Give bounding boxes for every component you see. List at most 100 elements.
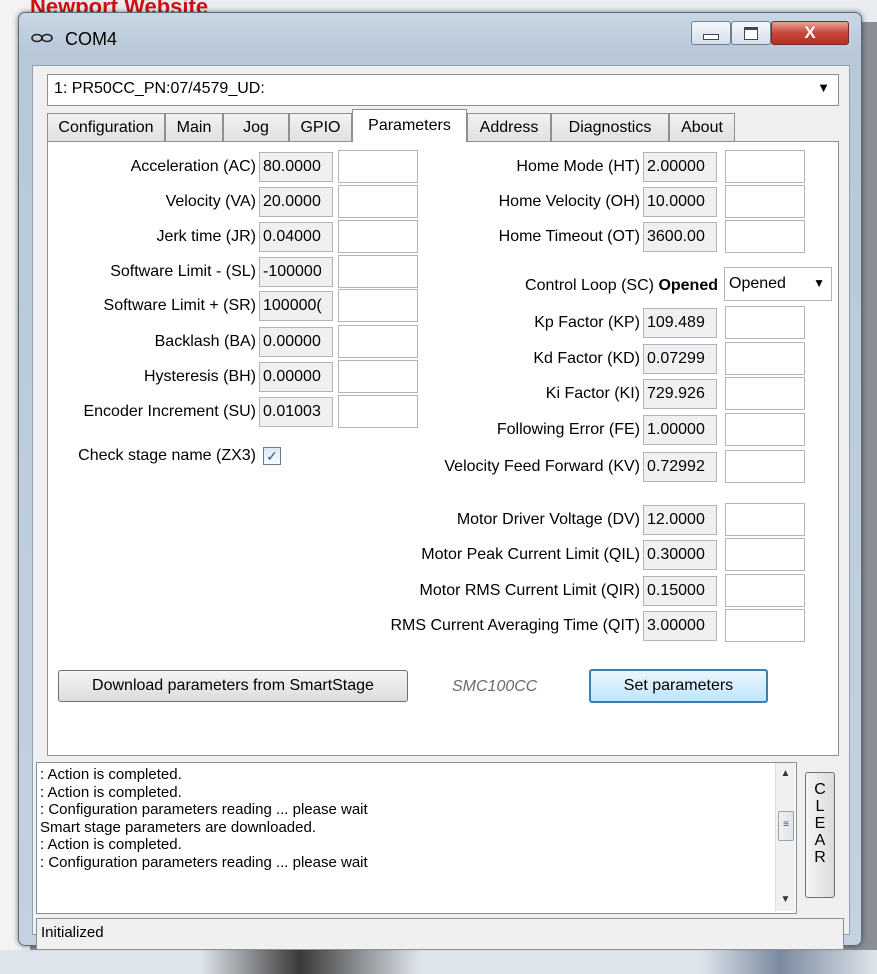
param-label: Encoder Increment (SU): [83, 403, 256, 420]
param-label: Jerk time (JR): [156, 228, 256, 245]
log-scrollbar[interactable]: ▲ ≡ ▼: [775, 763, 795, 911]
param-value: 1.00000: [643, 415, 717, 445]
param-value: 0.01003: [259, 397, 333, 427]
param-input[interactable]: [338, 289, 418, 322]
param-input[interactable]: [338, 185, 418, 218]
param-input[interactable]: [725, 377, 805, 410]
param-input[interactable]: [725, 342, 805, 375]
param-value: 0.30000: [643, 540, 717, 570]
tab-gpio[interactable]: GPIO: [289, 113, 352, 141]
param-input[interactable]: [725, 574, 805, 607]
tab-label: Main: [176, 118, 212, 136]
close-icon: X: [804, 23, 816, 42]
log-lines: : Action is completed. : Action is compl…: [40, 766, 368, 871]
tab-label: Jog: [243, 118, 269, 136]
control-loop-label: Control Loop (SC) Opened: [525, 277, 718, 295]
param-label: Motor RMS Current Limit (QIR): [419, 582, 640, 599]
device-select-value: 1: PR50CC_PN:07/4579_UD:: [54, 80, 265, 97]
param-label: Home Mode (HT): [516, 158, 640, 175]
param-input[interactable]: [725, 450, 805, 483]
param-label: Acceleration (AC): [130, 158, 256, 175]
param-input[interactable]: [725, 220, 805, 253]
maximize-icon: [744, 26, 758, 40]
param-input[interactable]: [725, 538, 805, 571]
tab-diagnostics[interactable]: Diagnostics: [551, 113, 669, 141]
log-line: : Action is completed.: [40, 783, 182, 801]
device-select[interactable]: 1: PR50CC_PN:07/4579_UD: ▼: [47, 74, 839, 106]
control-loop-text: Control Loop (SC): [525, 277, 654, 294]
dropdown-arrow-icon: ▼: [813, 276, 825, 290]
param-input[interactable]: [338, 325, 418, 358]
param-value: 0.72992: [643, 452, 717, 482]
param-input[interactable]: [725, 306, 805, 339]
check-stage-checkbox[interactable]: ✓: [263, 447, 281, 465]
scroll-down-icon[interactable]: ▼: [776, 891, 795, 909]
status-text: Initialized: [41, 924, 104, 941]
param-value: 0.00000: [259, 327, 333, 357]
param-value: 2.00000: [643, 152, 717, 182]
dropdown-arrow-icon: ▼: [817, 80, 830, 95]
tab-address[interactable]: Address: [467, 113, 551, 141]
param-label: Kp Factor (KP): [534, 314, 640, 331]
set-parameters-button[interactable]: Set parameters: [589, 669, 768, 703]
tab-label: Diagnostics: [568, 118, 652, 136]
tab-main[interactable]: Main: [165, 113, 223, 141]
message-log[interactable]: : Action is completed. : Action is compl…: [36, 762, 797, 914]
param-label: Velocity Feed Forward (KV): [444, 458, 640, 475]
param-label: Home Timeout (OT): [498, 228, 640, 245]
param-input[interactable]: [725, 413, 805, 446]
param-label: Hysteresis (BH): [143, 368, 256, 385]
param-input[interactable]: [725, 150, 805, 183]
status-bar: Initialized: [36, 918, 844, 950]
log-line: : Configuration parameters reading ... p…: [40, 801, 368, 818]
maximize-button[interactable]: [731, 21, 771, 45]
control-loop-select[interactable]: Opened ▼: [724, 267, 832, 301]
log-line: : Action is completed.: [40, 766, 182, 783]
log-line: : Action is completed.: [40, 836, 182, 853]
clear-letter: E: [814, 815, 826, 832]
minimize-button[interactable]: [691, 21, 731, 45]
param-input[interactable]: [725, 185, 805, 218]
param-input[interactable]: [338, 220, 418, 253]
param-value: 0.04000: [259, 222, 333, 252]
param-value: 109.489: [643, 308, 717, 338]
log-line: Smart stage parameters are downloaded.: [40, 818, 316, 836]
tab-configuration[interactable]: Configuration: [47, 113, 165, 141]
param-value: 100000(: [259, 291, 333, 321]
param-input[interactable]: [338, 255, 418, 288]
parameters-panel: Acceleration (AC) 80.0000 Velocity (VA) …: [47, 141, 839, 756]
param-input[interactable]: [338, 360, 418, 393]
param-input[interactable]: [725, 609, 805, 642]
scroll-thumb[interactable]: ≡: [778, 811, 794, 841]
tab-jog[interactable]: Jog: [223, 113, 289, 141]
close-button[interactable]: X: [771, 21, 849, 45]
title-bar[interactable]: COM4 X: [19, 13, 861, 65]
desktop-background-bottom: [0, 950, 877, 974]
param-value: 3600.00: [643, 222, 717, 252]
param-value: -100000: [259, 257, 333, 287]
param-label: Motor Peak Current Limit (QIL): [421, 546, 640, 563]
param-label: Software Limit - (SL): [110, 263, 256, 280]
tab-about[interactable]: About: [669, 113, 735, 141]
clear-button-label: C L E A R: [806, 773, 834, 866]
param-value: 3.00000: [643, 611, 717, 641]
clear-letter: A: [814, 832, 826, 849]
window-title: COM4: [65, 29, 118, 49]
param-input[interactable]: [338, 395, 418, 428]
log-line: : Configuration parameters reading ... p…: [40, 853, 368, 871]
param-input[interactable]: [725, 503, 805, 536]
param-label: Home Velocity (OH): [498, 193, 640, 210]
param-input[interactable]: [338, 150, 418, 183]
param-label: Software Limit + (SR): [103, 297, 256, 314]
download-parameters-button[interactable]: Download parameters from SmartStage: [58, 670, 408, 702]
clear-letter: L: [815, 798, 825, 815]
param-value: 0.00000: [259, 362, 333, 392]
clear-log-button[interactable]: C L E A R: [805, 772, 835, 898]
check-stage-label: Check stage name (ZX3): [78, 447, 256, 464]
tab-parameters[interactable]: Parameters: [352, 109, 467, 142]
tab-label: Parameters: [368, 117, 451, 134]
control-loop-select-value: Opened: [729, 275, 786, 292]
scroll-up-icon[interactable]: ▲: [776, 765, 795, 783]
param-value: 80.0000: [259, 152, 333, 182]
param-label: Backlash (BA): [154, 333, 256, 350]
